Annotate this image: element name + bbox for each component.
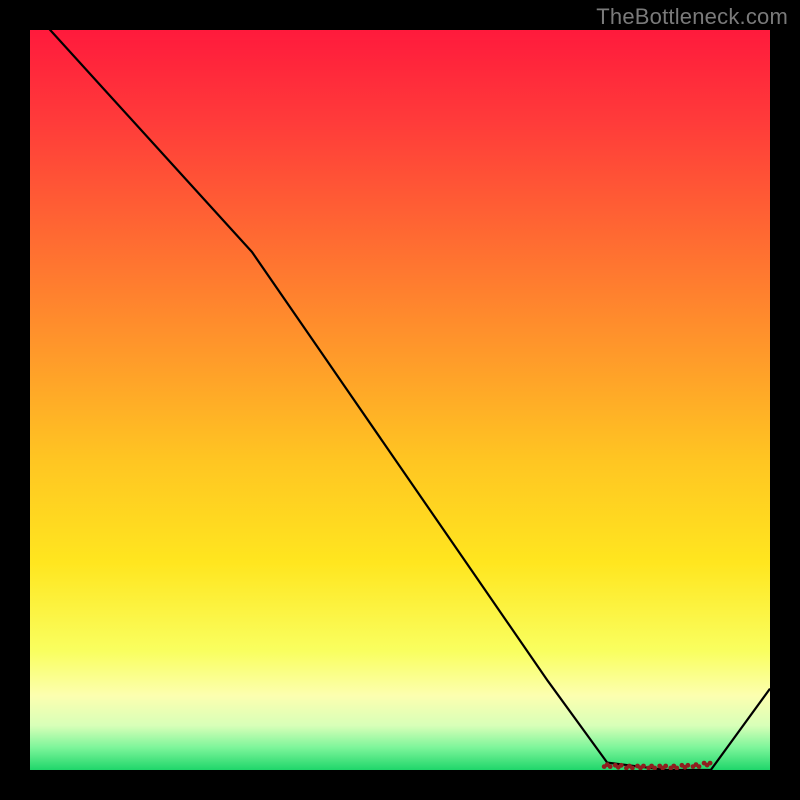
marker-dot	[619, 763, 624, 768]
marker-dot	[708, 761, 713, 766]
marker-dot	[641, 764, 646, 769]
marker-dot	[663, 764, 668, 769]
marker-dot	[686, 763, 691, 768]
marker-dot	[608, 764, 613, 769]
plot-area	[30, 30, 770, 770]
chart-frame: TheBottleneck.com	[0, 0, 800, 800]
marker-dot	[697, 764, 702, 769]
source-watermark: TheBottleneck.com	[596, 4, 788, 30]
background-gradient	[30, 30, 770, 770]
plot-svg	[30, 30, 770, 770]
